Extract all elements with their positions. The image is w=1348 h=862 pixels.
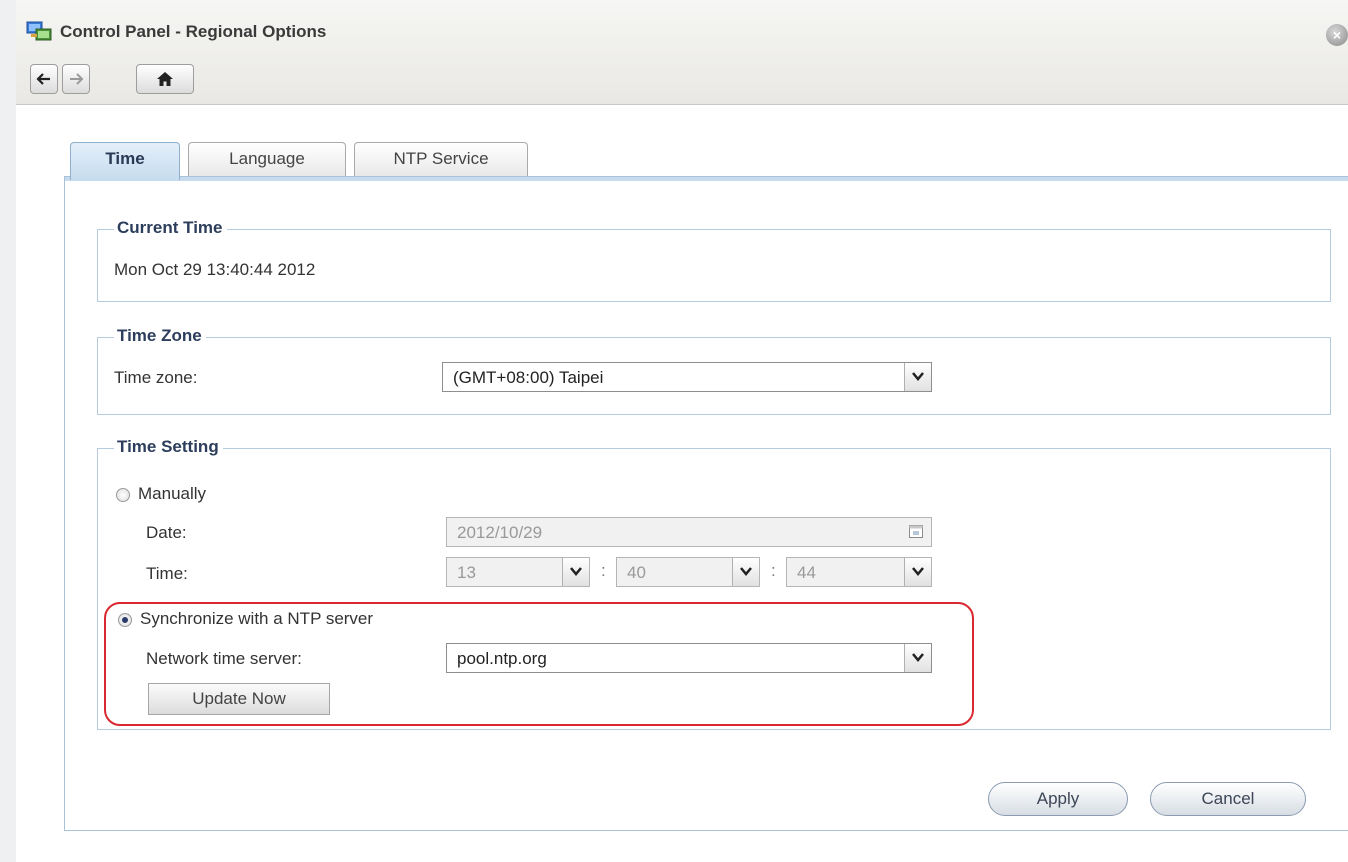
time-separator: : <box>771 561 776 580</box>
second-select[interactable]: 44 <box>786 557 932 587</box>
date-field[interactable]: 2012/10/29 <box>446 517 932 547</box>
chevron-down-icon[interactable] <box>904 558 931 586</box>
hour-value: 13 <box>457 563 476 582</box>
window-title: Control Panel - Regional Options <box>60 22 327 41</box>
tab-language-label: Language <box>229 149 305 168</box>
current-time-value: Mon Oct 29 13:40:44 2012 <box>114 260 316 279</box>
cancel-label: Cancel <box>1201 789 1255 808</box>
current-time-legend: Current Time <box>114 218 227 238</box>
second-value: 44 <box>797 563 816 582</box>
manual-label: Manually <box>138 484 207 503</box>
apply-button[interactable]: Apply <box>988 782 1128 816</box>
hour-select[interactable]: 13 <box>446 557 590 587</box>
time-zone-select[interactable]: (GMT+08:00) Taipei <box>442 362 932 392</box>
chevron-down-icon[interactable] <box>904 363 931 391</box>
time-zone-label: Time zone: <box>114 368 198 387</box>
title-bar: Control Panel - Regional Options × <box>16 0 1348 105</box>
home-button[interactable] <box>136 64 194 94</box>
tab-language[interactable]: Language <box>188 142 346 178</box>
apply-label: Apply <box>1036 789 1080 808</box>
close-icon[interactable]: × <box>1326 24 1348 46</box>
time-separator: : <box>601 561 606 580</box>
chevron-down-icon[interactable] <box>732 558 759 586</box>
date-label: Date: <box>146 523 187 542</box>
chevron-down-icon[interactable] <box>562 558 589 586</box>
home-icon <box>137 71 193 87</box>
arrow-right-icon <box>63 71 89 87</box>
cancel-button[interactable]: Cancel <box>1150 782 1306 816</box>
back-button[interactable] <box>30 64 58 94</box>
window-left-edge <box>0 0 17 862</box>
time-label: Time: <box>146 564 188 583</box>
time-setting-legend: Time Setting <box>114 437 223 457</box>
minute-select[interactable]: 40 <box>616 557 760 587</box>
tab-ntp-service-label: NTP Service <box>393 149 489 168</box>
time-zone-value: (GMT+08:00) Taipei <box>453 368 604 387</box>
tab-ntp-service[interactable]: NTP Service <box>354 142 528 178</box>
manual-radio[interactable] <box>116 488 130 502</box>
tab-time-label: Time <box>105 149 145 168</box>
control-panel-window: Control Panel - Regional Options × Time … <box>16 0 1348 862</box>
time-zone-legend: Time Zone <box>114 326 206 346</box>
control-panel-icon <box>26 20 52 44</box>
minute-value: 40 <box>627 563 646 582</box>
time-zone-group: Time Zone Time zone: (GMT+08:00) Taipei <box>97 326 1331 415</box>
arrow-left-icon <box>31 71 57 87</box>
current-time-group: Current Time Mon Oct 29 13:40:44 2012 <box>97 218 1331 302</box>
tab-time[interactable]: Time <box>70 142 180 180</box>
ntp-highlight-box <box>104 602 974 726</box>
calendar-icon[interactable] <box>909 524 923 543</box>
date-value: 2012/10/29 <box>457 523 543 542</box>
forward-button[interactable] <box>62 64 90 94</box>
